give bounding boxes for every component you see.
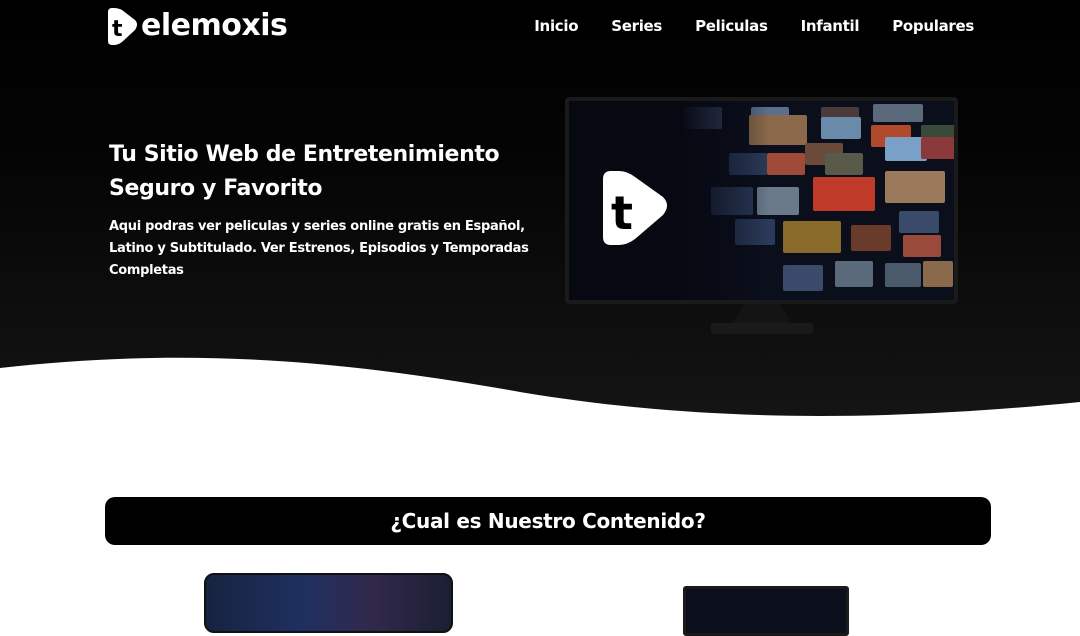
brand-name: elemoxis [141, 8, 288, 43]
poster-tile [899, 211, 939, 233]
poster-tile [851, 225, 891, 251]
nav-link-infantil[interactable]: Infantil [801, 17, 860, 35]
poster-tile [813, 177, 875, 211]
poster-tile [783, 265, 823, 291]
poster-tile [885, 171, 945, 203]
svg-text:t: t [611, 186, 633, 240]
poster-tile [885, 263, 921, 287]
content-section-header: ¿Cual es Nuestro Contenido? [105, 497, 991, 545]
poster-tile [825, 153, 863, 175]
site-logo[interactable]: t elemoxis [104, 6, 288, 46]
nav-link-series[interactable]: Series [611, 17, 662, 35]
content-preview-image [204, 573, 453, 633]
hero-description: Aqui podras ver peliculas y series onlin… [109, 219, 529, 278]
poster-tile [767, 153, 805, 175]
tv-screen: t [565, 97, 958, 304]
play-logo-icon: t [603, 171, 667, 245]
nav-link-peliculas[interactable]: Peliculas [695, 17, 768, 35]
tv-stand-neck [732, 304, 792, 324]
svg-text:t: t [112, 17, 123, 42]
poster-tile [921, 137, 954, 159]
poster-tile [835, 261, 873, 287]
poster-tile [821, 117, 861, 139]
tv-preview-image [683, 586, 849, 636]
hero-section: t elemoxis Inicio Series Peliculas Infan… [0, 0, 1080, 450]
nav-link-inicio[interactable]: Inicio [534, 17, 578, 35]
poster-tile [903, 235, 941, 257]
poster-tile [783, 221, 841, 253]
tv-illustration: t [565, 97, 958, 337]
nav-link-populares[interactable]: Populares [892, 17, 974, 35]
tv-stand-base [711, 323, 813, 334]
poster-tile [923, 261, 953, 287]
poster-tile [873, 104, 923, 122]
hero-title: Tu Sitio Web de Entretenimiento Seguro y… [109, 142, 500, 201]
play-logo-icon: t [108, 8, 137, 45]
section-title: ¿Cual es Nuestro Contenido? [390, 509, 706, 533]
main-navigation: Inicio Series Peliculas Infantil Popular… [534, 17, 974, 35]
hero-wave-divider [0, 357, 1080, 450]
